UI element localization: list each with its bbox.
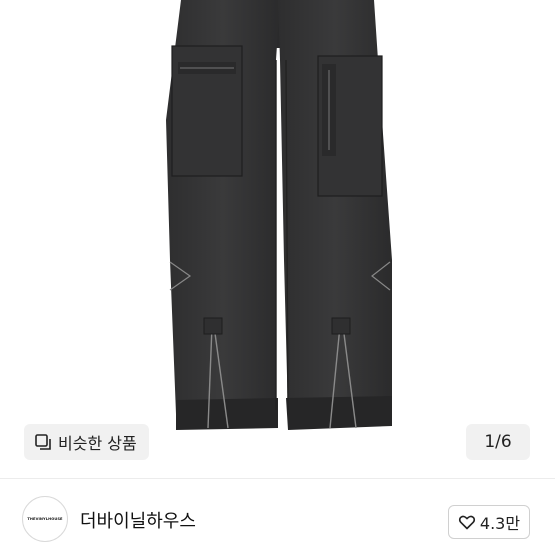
seller-bar: THEVINYLHOUSE 더바이닐하우스 4.3만: [0, 478, 555, 556]
similar-items-button[interactable]: 비슷한 상품: [24, 424, 149, 460]
like-button[interactable]: 4.3만: [448, 505, 530, 539]
heart-icon: [458, 515, 475, 530]
seller-logo-text: THEVINYLHOUSE: [27, 517, 63, 521]
jeans-photo: [166, 0, 392, 430]
similar-items-icon: [34, 433, 52, 451]
like-count: 4.3만: [479, 514, 521, 533]
seller-name[interactable]: 더바이닐하우스: [80, 507, 196, 533]
seller-avatar[interactable]: THEVINYLHOUSE: [22, 496, 68, 542]
similar-items-label: 비슷한 상품: [58, 434, 137, 453]
product-image[interactable]: [0, 0, 555, 478]
image-counter: 1/6: [466, 424, 530, 460]
